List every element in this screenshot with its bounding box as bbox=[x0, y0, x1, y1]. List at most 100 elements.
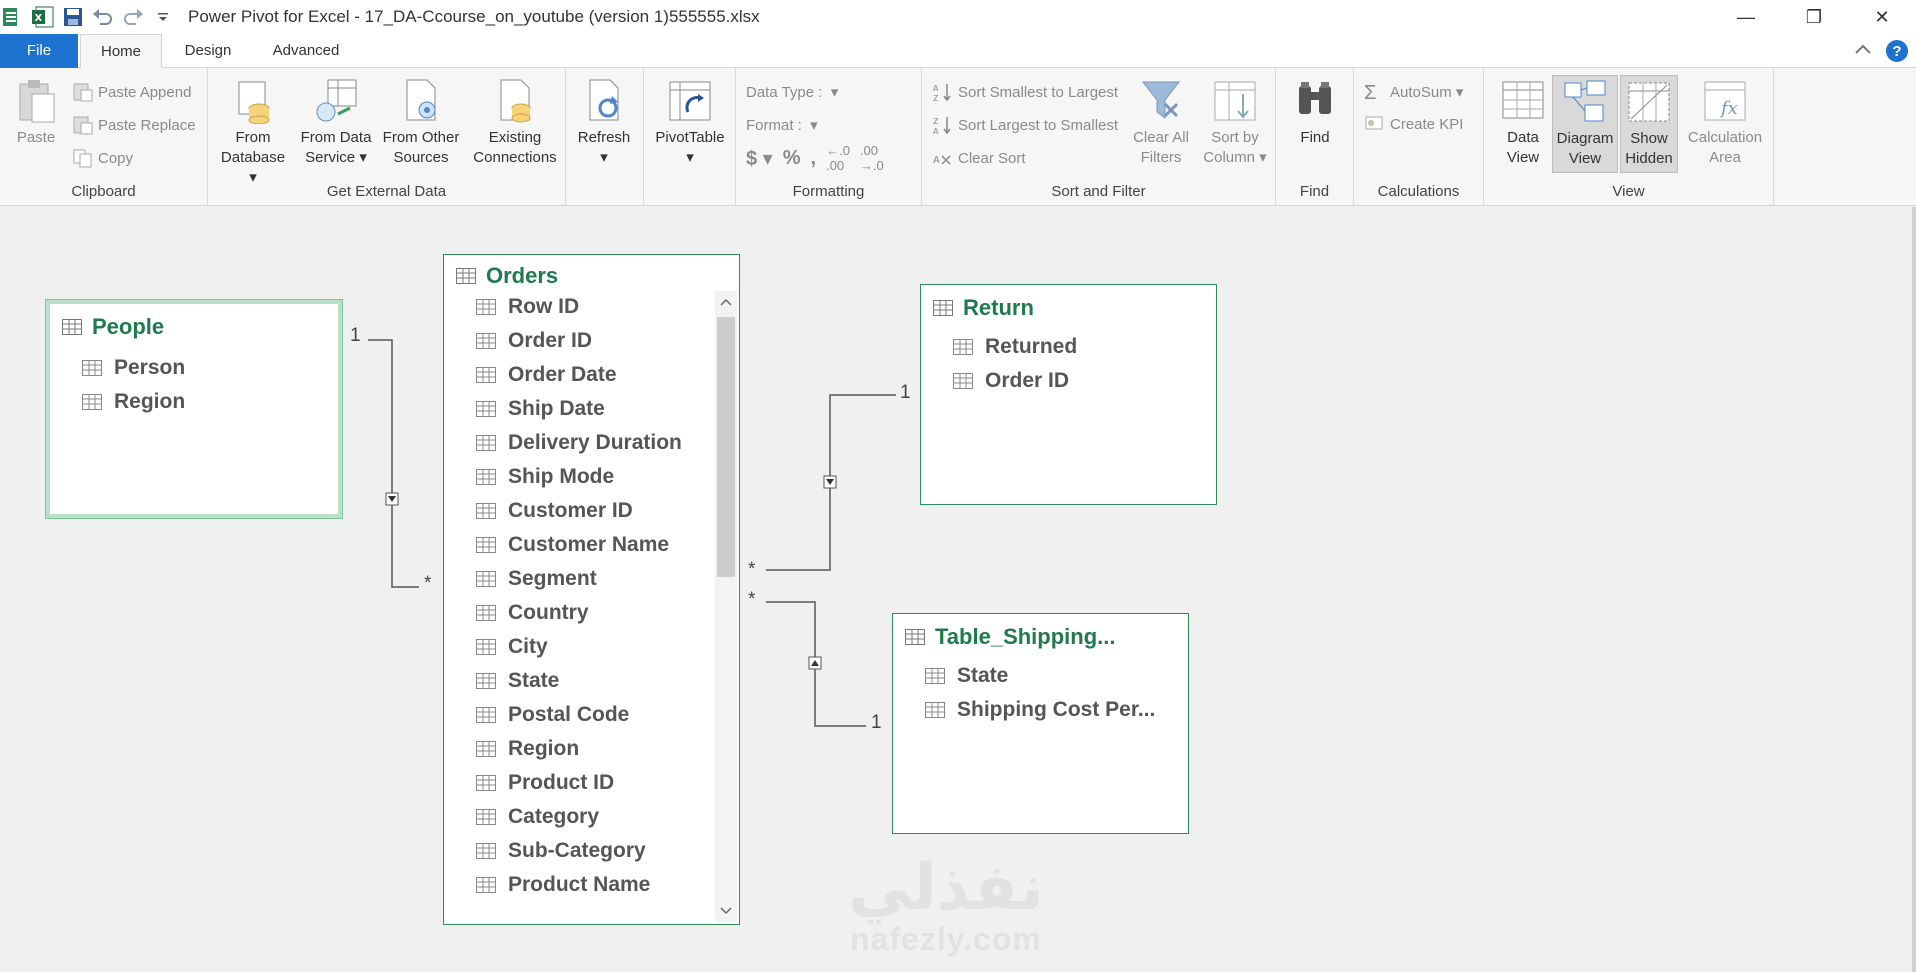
svg-text:X: X bbox=[35, 13, 43, 24]
restore-button[interactable]: ❐ bbox=[1780, 0, 1848, 34]
show-hidden-button[interactable]: Show Hidden bbox=[1620, 75, 1678, 173]
column-shipping[interactable]: State bbox=[925, 664, 1008, 688]
cardinality-label-shipping-one: 1 bbox=[871, 712, 882, 733]
column-name: Row ID bbox=[508, 295, 580, 318]
column-orders[interactable]: Region bbox=[476, 737, 579, 761]
table-title-orders[interactable]: Orders bbox=[456, 263, 558, 289]
table-return[interactable]: Return Returned Order ID bbox=[920, 284, 1217, 505]
column-icon bbox=[476, 571, 496, 587]
group-find: Find Find bbox=[1276, 68, 1354, 206]
column-orders[interactable]: Ship Mode bbox=[476, 465, 614, 489]
table-shipping[interactable]: Table_Shipping... State Shipping Cost Per… bbox=[892, 613, 1189, 834]
column-orders[interactable]: Postal Code bbox=[476, 703, 629, 727]
tab-home[interactable]: Home bbox=[80, 34, 162, 69]
column-orders[interactable]: Order Date bbox=[476, 363, 617, 387]
column-orders[interactable]: Customer ID bbox=[476, 499, 633, 523]
paste-replace-button[interactable]: Paste Replace bbox=[72, 113, 196, 137]
scroll-up-icon[interactable] bbox=[715, 291, 737, 313]
tab-design[interactable]: Design bbox=[170, 34, 246, 68]
column-shipping[interactable]: Shipping Cost Per... bbox=[925, 698, 1155, 722]
column-name: Ship Date bbox=[508, 397, 605, 420]
help-icon[interactable]: ? bbox=[1886, 40, 1908, 62]
redo-icon[interactable] bbox=[120, 4, 146, 30]
table-people[interactable]: People Person Region bbox=[45, 299, 343, 519]
percent-icon[interactable]: % bbox=[783, 147, 801, 170]
sort-smallest-largest-button[interactable]: AZ Sort Smallest to Largest bbox=[932, 80, 1118, 104]
currency-icon[interactable]: $ ▾ bbox=[746, 146, 773, 171]
column-orders[interactable]: Sub-Category bbox=[476, 839, 646, 863]
existing-connections-button[interactable]: Existing Connections bbox=[470, 78, 560, 168]
table-orders[interactable]: Orders Row ID Order ID Order Date Ship Date… bbox=[443, 254, 740, 925]
group-clipboard: Paste Paste Append Paste Replace Copy Cl… bbox=[0, 68, 208, 206]
column-name: Returned bbox=[985, 335, 1078, 358]
group-view: Data View Diagram View Show Hidden fx Ca… bbox=[1484, 68, 1774, 206]
collapse-ribbon-icon[interactable] bbox=[1854, 42, 1872, 60]
column-return[interactable]: Order ID bbox=[953, 369, 1069, 393]
format-dropdown[interactable]: Format : ▾ bbox=[746, 113, 818, 137]
data-view-button[interactable]: Data View bbox=[1494, 78, 1552, 168]
scroll-down-icon[interactable] bbox=[715, 900, 737, 922]
copy-button[interactable]: Copy bbox=[72, 146, 133, 170]
excel-icon[interactable]: X bbox=[30, 4, 56, 30]
save-icon[interactable] bbox=[60, 4, 86, 30]
column-orders[interactable]: City bbox=[476, 635, 548, 659]
column-people[interactable]: Region bbox=[82, 390, 185, 414]
paste-append-button[interactable]: Paste Append bbox=[72, 80, 191, 104]
table-title-people[interactable]: People bbox=[62, 314, 164, 340]
column-return[interactable]: Returned bbox=[953, 335, 1077, 359]
clear-all-filters-button[interactable]: Clear All Filters bbox=[1128, 78, 1194, 168]
column-orders[interactable]: Delivery Duration bbox=[476, 431, 682, 455]
window-controls: — ❐ ✕ bbox=[1712, 0, 1916, 34]
minimize-button[interactable]: — bbox=[1712, 0, 1780, 34]
calculation-area-button[interactable]: fx Calculation Area bbox=[1682, 78, 1768, 168]
column-orders[interactable]: Country bbox=[476, 601, 589, 625]
undo-icon[interactable] bbox=[90, 4, 116, 30]
copy-icon bbox=[73, 149, 92, 168]
decrease-decimal-icon[interactable]: .00 →.0 bbox=[860, 143, 884, 173]
tab-file[interactable]: File bbox=[0, 34, 78, 68]
column-orders[interactable]: Row ID bbox=[476, 295, 579, 319]
ribbon-tabs: File Home Design Advanced ? bbox=[0, 34, 1916, 69]
column-name: Order ID bbox=[985, 369, 1070, 392]
customize-qat-icon[interactable] bbox=[150, 4, 176, 30]
data-type-dropdown[interactable]: Data Type : ▾ bbox=[746, 80, 838, 104]
scroll-thumb[interactable] bbox=[717, 317, 735, 577]
table-icon bbox=[62, 319, 82, 335]
column-orders[interactable]: State bbox=[476, 669, 559, 693]
other-sources-icon bbox=[406, 79, 436, 121]
pivottable-button[interactable]: PivotTable ▾ bbox=[650, 78, 730, 168]
find-button[interactable]: Find bbox=[1284, 78, 1346, 148]
cardinality-label-orders-many: * bbox=[424, 573, 432, 594]
column-people[interactable]: Person bbox=[82, 356, 185, 380]
refresh-button[interactable]: Refresh ▾ bbox=[572, 78, 636, 168]
column-icon bbox=[476, 707, 496, 723]
diagram-canvas[interactable]: 1 * * 1 * 1 People Person Region Orders R… bbox=[0, 207, 1916, 972]
sort-largest-smallest-button[interactable]: ZA Sort Largest to Smallest bbox=[932, 113, 1118, 137]
column-orders[interactable]: Category bbox=[476, 805, 599, 829]
column-orders[interactable]: Ship Date bbox=[476, 397, 605, 421]
table-title-return[interactable]: Return bbox=[933, 295, 1034, 321]
tab-advanced[interactable]: Advanced bbox=[256, 34, 356, 68]
column-name: Category bbox=[508, 805, 600, 828]
autosum-button[interactable]: Σ AutoSum ▾ bbox=[1364, 80, 1463, 104]
close-button[interactable]: ✕ bbox=[1848, 0, 1916, 34]
orders-scrollbar[interactable] bbox=[715, 291, 737, 922]
kpi-icon bbox=[1365, 116, 1383, 130]
paste-button[interactable]: Paste bbox=[10, 78, 62, 148]
from-database-button[interactable]: From Database ▾ bbox=[216, 78, 290, 188]
column-icon bbox=[476, 877, 496, 893]
column-orders[interactable]: Customer Name bbox=[476, 533, 669, 557]
sort-by-column-button[interactable]: Sort by Column ▾ bbox=[1200, 78, 1270, 168]
column-orders[interactable]: Product ID bbox=[476, 771, 614, 795]
diagram-view-button[interactable]: Diagram View bbox=[1552, 75, 1618, 173]
from-other-sources-button[interactable]: From Other Sources bbox=[378, 78, 464, 168]
comma-style-icon[interactable]: , bbox=[811, 147, 817, 170]
from-data-service-button[interactable]: From Data Service ▾ bbox=[296, 78, 376, 168]
increase-decimal-icon[interactable]: ←.0.00 bbox=[826, 143, 850, 173]
table-title-shipping[interactable]: Table_Shipping... bbox=[905, 624, 1116, 650]
create-kpi-button[interactable]: Create KPI bbox=[1364, 112, 1463, 136]
clear-sort-button[interactable]: A Clear Sort bbox=[932, 146, 1026, 170]
column-orders[interactable]: Order ID bbox=[476, 329, 592, 353]
column-orders[interactable]: Product Name bbox=[476, 873, 650, 897]
column-orders[interactable]: Segment bbox=[476, 567, 597, 591]
